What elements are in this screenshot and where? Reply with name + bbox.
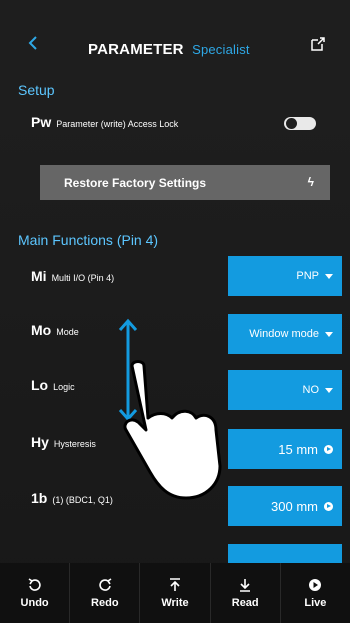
restore-label: Restore Factory Settings (64, 175, 207, 190)
chevron-down-icon (325, 331, 333, 337)
row-lo-name: Logic (53, 382, 75, 392)
undo-label: Undo (20, 596, 49, 609)
write-button[interactable]: Write (140, 563, 211, 623)
multi-io-value: PNP (296, 270, 319, 282)
row-hy-name: Hysteresis (53, 439, 96, 449)
edit-arrow-icon (324, 501, 333, 511)
edit-arrow-icon (324, 444, 333, 454)
switch-point-input[interactable]: 300 mm (228, 486, 342, 526)
switch-point-value: 300 mm (271, 498, 318, 514)
redo-icon (99, 577, 112, 591)
next-row-partial[interactable] (228, 544, 342, 563)
back-icon[interactable] (26, 36, 40, 50)
mode-dropdown[interactable]: Window mode (228, 314, 342, 354)
page-title: PARAMETER Specialist (88, 41, 250, 58)
bottom-toolbar: Undo Redo Write Read Live (0, 563, 350, 623)
lock-label: Parameter (write) Access Lock (56, 119, 179, 129)
row-mo-name: Mode (56, 327, 79, 337)
logic-value: NO (302, 384, 320, 396)
hysteresis-input[interactable]: 15 mm (228, 429, 342, 469)
logic-dropdown[interactable]: NO (228, 370, 342, 410)
undo-icon (28, 577, 41, 591)
row-mo-code: Mo (31, 322, 52, 338)
row-1b-name: (1) (BDC1, Q1) (52, 495, 113, 505)
toggle-knob (286, 118, 297, 129)
row-lo-code: Lo (31, 377, 49, 393)
bolt-icon: ϟ (307, 175, 314, 189)
swipe-hand-icon (123, 360, 222, 500)
lock-code: Pw (31, 114, 52, 130)
row-hy-label: Hy Hysteresis (31, 434, 96, 450)
row-mi-code: Mi (31, 268, 47, 284)
multi-io-dropdown[interactable]: PNP (228, 256, 342, 296)
row-lo-label: Lo Logic (31, 377, 75, 393)
live-label: Live (304, 596, 327, 609)
live-button[interactable]: Live (281, 563, 350, 623)
live-icon (309, 578, 322, 591)
row-mi-name: Multi I/O (Pin 4) (51, 273, 115, 283)
chevron-down-icon (325, 273, 333, 279)
chevron-down-icon (325, 387, 333, 393)
redo-label: Redo (91, 596, 119, 609)
write-icon (170, 577, 180, 591)
undo-button[interactable]: Undo (0, 563, 71, 623)
mode-value: Window mode (249, 328, 319, 340)
restore-factory-settings-button[interactable]: Restore Factory Settings ϟ (40, 165, 330, 200)
access-lock-toggle[interactable] (284, 117, 316, 130)
row-hy-code: Hy (31, 434, 49, 450)
top-bar: PARAMETER Specialist (0, 0, 350, 80)
lock-row-label: Pw Parameter (write) Access Lock (31, 114, 178, 130)
row-1b-code: 1b (31, 490, 48, 506)
export-icon[interactable] (310, 36, 326, 52)
row-1b-label: 1b (1) (BDC1, Q1) (31, 490, 113, 506)
read-label: Read (231, 596, 259, 609)
write-label: Write (161, 596, 189, 609)
read-icon (240, 578, 251, 592)
hysteresis-value: 15 mm (278, 441, 318, 457)
title-subtitle: Specialist (192, 42, 250, 57)
section-main-functions: Main Functions (Pin 4) (18, 232, 159, 248)
redo-button[interactable]: Redo (70, 563, 141, 623)
title-text: PARAMETER (88, 41, 184, 58)
app-screen: PARAMETER Specialist Setup Pw Parameter (… (0, 0, 350, 623)
row-mi-label: Mi Multi I/O (Pin 4) (31, 268, 114, 284)
row-mo-label: Mo Mode (31, 322, 79, 338)
read-button[interactable]: Read (211, 563, 281, 623)
section-setup: Setup (18, 82, 55, 98)
